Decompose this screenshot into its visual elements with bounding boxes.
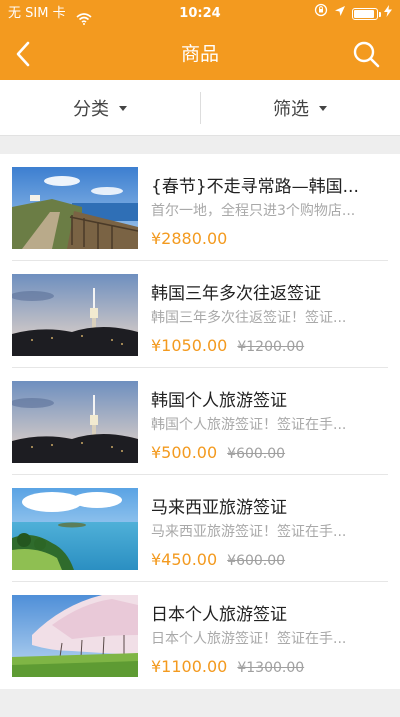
product-price-row: ¥1050.00 ¥1200.00	[151, 336, 304, 355]
product-title: 马来西亚旅游签证	[151, 498, 287, 518]
product-price-row: ¥450.00 ¥600.00	[151, 550, 285, 569]
product-price: ¥450.00	[151, 550, 218, 569]
product-price: ¥1100.00	[151, 657, 228, 676]
product-description: 马来西亚旅游签证！签证在手...	[151, 524, 347, 540]
original-price: ¥1200.00	[237, 339, 305, 355]
product-item[interactable]: {春节}不走寻常路—韩国... 首尔一地，全程只进3个购物店... ¥2880.…	[0, 154, 400, 261]
product-item[interactable]: 日本个人旅游签证 日本个人旅游签证！签证在手... ¥1100.00 ¥1300.…	[0, 582, 400, 689]
rotation-lock-icon	[314, 0, 328, 28]
product-title: {春节}不走寻常路—韩国...	[151, 177, 359, 197]
filter-bar: 分类 筛选	[0, 80, 400, 136]
status-bar: 无 SIM 卡 10:24	[0, 0, 400, 28]
product-item[interactable]: 韩国三年多次往返签证 韩国三年多次往返签证！签证... ¥1050.00 ¥120…	[0, 261, 400, 368]
product-image	[12, 595, 138, 677]
product-price: ¥2880.00	[151, 229, 228, 248]
product-image	[12, 381, 138, 463]
filter-label: 筛选	[273, 99, 309, 120]
original-price: ¥600.00	[227, 553, 286, 569]
battery-icon	[352, 8, 381, 20]
product-title: 韩国个人旅游签证	[151, 391, 287, 411]
product-description: 首尔一地，全程只进3个购物店...	[151, 203, 356, 219]
product-image	[12, 274, 138, 356]
search-button[interactable]	[346, 34, 386, 74]
category-dropdown[interactable]: 分类	[0, 80, 200, 136]
original-price: ¥1300.00	[237, 660, 305, 676]
charging-bolt-icon	[384, 0, 392, 28]
battery-level	[354, 10, 374, 18]
category-label: 分类	[73, 99, 109, 120]
product-list: {春节}不走寻常路—韩国... 首尔一地，全程只进3个购物店... ¥2880.…	[0, 154, 400, 689]
status-indicators	[314, 0, 392, 28]
product-image	[12, 488, 138, 570]
product-item[interactable]: 马来西亚旅游签证 马来西亚旅游签证！签证在手... ¥450.00 ¥600.00	[0, 475, 400, 582]
search-icon	[353, 41, 380, 68]
filter-dropdown[interactable]: 筛选	[200, 80, 400, 136]
product-description: 日本个人旅游签证！签证在手...	[151, 631, 347, 647]
navigation-bar: 商品	[0, 28, 400, 80]
product-title: 韩国三年多次往返签证	[151, 284, 321, 304]
product-price-row: ¥2880.00	[151, 229, 227, 248]
caret-down-icon	[319, 105, 327, 111]
location-arrow-icon	[334, 0, 346, 28]
product-title: 日本个人旅游签证	[151, 605, 287, 625]
product-image	[12, 167, 138, 249]
product-description: 韩国三年多次往返签证！签证...	[151, 310, 347, 326]
product-price: ¥500.00	[151, 443, 218, 462]
product-price: ¥1050.00	[151, 336, 228, 355]
original-price: ¥600.00	[227, 446, 286, 462]
product-price-row: ¥1100.00 ¥1300.00	[151, 657, 304, 676]
caret-down-icon	[119, 105, 127, 111]
page-title: 商品	[180, 43, 219, 65]
product-item[interactable]: 韩国个人旅游签证 韩国个人旅游签证！签证在手... ¥500.00 ¥600.00	[0, 368, 400, 475]
top-bar: 无 SIM 卡 10:24 商品	[0, 0, 400, 80]
product-price-row: ¥500.00 ¥600.00	[151, 443, 285, 462]
product-description: 韩国个人旅游签证！签证在手...	[151, 417, 347, 433]
